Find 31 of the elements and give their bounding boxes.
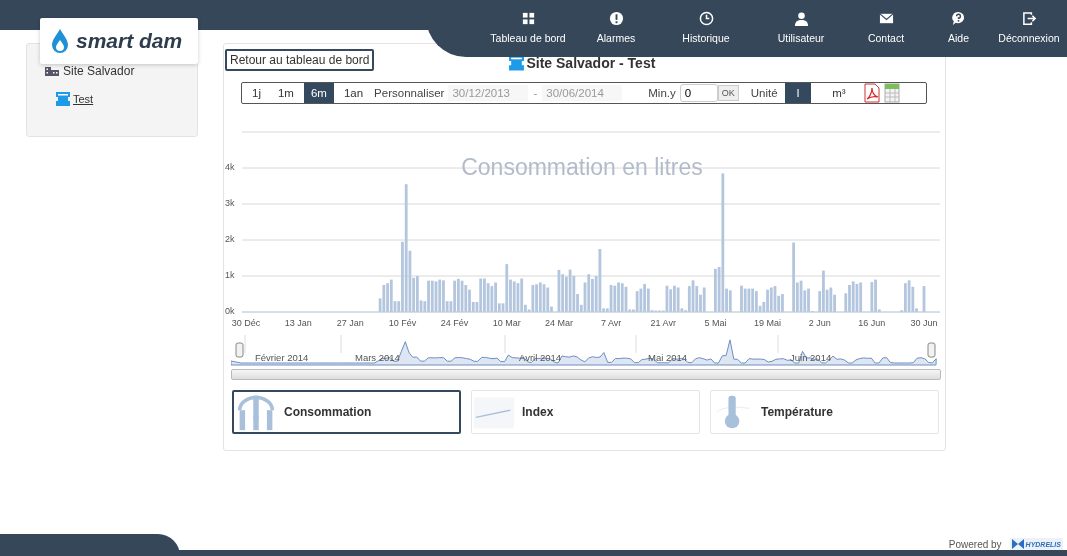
x-axis-label: 5 Mai	[704, 318, 727, 328]
powered-by-text: Powered by	[948, 538, 1002, 550]
min-y-label: Min.y	[648, 87, 676, 99]
y-axis-label: 0k	[225, 306, 235, 317]
page-title: Site Salvador - Test	[526, 55, 656, 71]
navigator-month-label: Mai 2014	[648, 352, 688, 363]
x-axis-label: 21 Avr	[650, 318, 676, 328]
y-axis-label: 2k	[225, 234, 235, 245]
x-axis-label: 2 Jun	[808, 318, 831, 328]
unit-label: Unité	[750, 87, 778, 99]
site-label: Site Salvador	[63, 64, 135, 78]
x-axis-label: 24 Fév	[440, 318, 469, 328]
x-axis-label: 30 Déc	[231, 318, 261, 328]
y-axis-label: 4k	[225, 162, 235, 173]
x-axis-label: 16 Jun	[858, 318, 886, 328]
date-separator: -	[533, 87, 538, 99]
navigator-month-label: Mars 2014	[355, 352, 400, 363]
x-axis-label: 7 Avr	[600, 318, 622, 328]
x-axis-label: 13 Jan	[284, 318, 312, 328]
x-axis-label: 30 Jun	[910, 318, 938, 328]
navigator-month-label: Février 2014	[255, 352, 309, 363]
x-axis-label: 10 Fév	[388, 318, 417, 328]
custom-range-label: Personnaliser	[374, 87, 445, 99]
x-axis-label: 27 Jan	[336, 318, 364, 328]
logo-text: smart dam	[76, 29, 183, 53]
y-axis-label: 3k	[225, 198, 235, 209]
y-axis-label: 1k	[225, 270, 235, 281]
chart-title: Consommation en litres	[461, 154, 703, 180]
x-axis-label: 24 Mar	[544, 318, 573, 328]
x-axis-label: 19 Mai	[754, 318, 782, 328]
x-axis-label: 10 Mar	[492, 318, 521, 328]
